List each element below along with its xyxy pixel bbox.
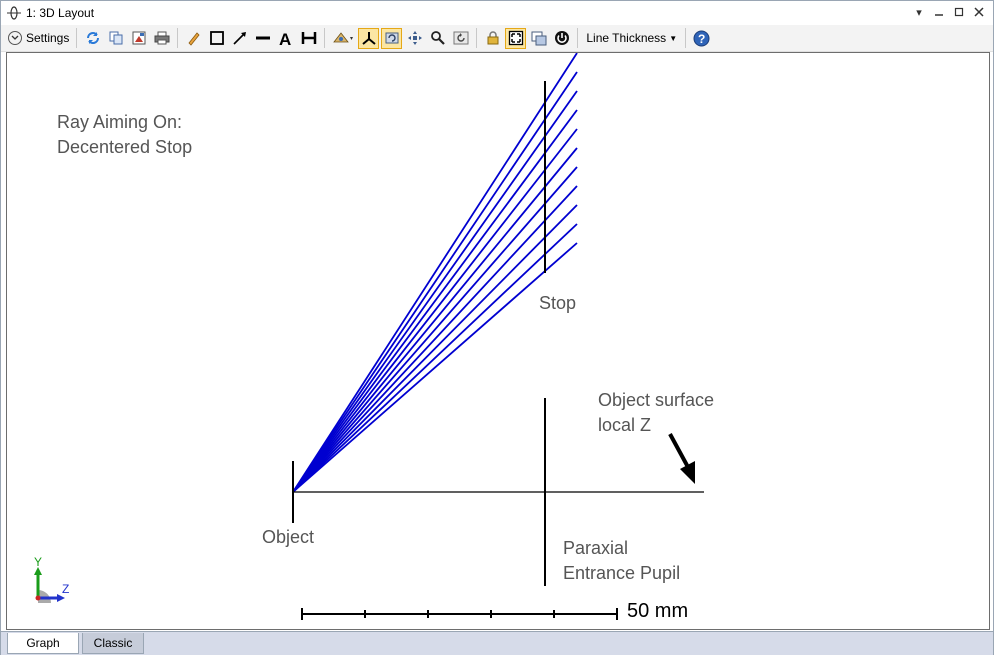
object-label: Object [262, 527, 315, 547]
text-icon[interactable]: A [275, 28, 296, 49]
dimension-icon[interactable] [298, 28, 319, 49]
line-icon[interactable] [252, 28, 273, 49]
scale-bar-label: 50 mm [627, 600, 689, 622]
layout-plot-area[interactable]: Ray Aiming On: Decentered Stop Stop Obje… [6, 52, 990, 630]
ray-line [292, 147, 578, 493]
reset-view-icon[interactable] [381, 27, 403, 49]
object-surface-label: Object surface [598, 390, 715, 410]
export-icon[interactable] [128, 28, 149, 49]
ray-line [292, 90, 578, 493]
title-bar[interactable]: 1: 3D Layout ▾ [1, 1, 993, 24]
settings-label: Settings [26, 31, 70, 45]
stop-label: Stop [539, 293, 577, 313]
help-icon[interactable]: ? [691, 28, 712, 49]
view-tab-bar: Graph Classic [1, 631, 993, 655]
minimize-icon[interactable] [931, 4, 947, 20]
toolbar: Settings A Line Thickness ▼ ? [1, 25, 993, 52]
svg-text:A: A [279, 30, 291, 46]
rectangle-icon[interactable] [206, 28, 227, 49]
chevron-down-icon [8, 31, 22, 45]
pan-icon[interactable] [404, 28, 425, 49]
ray-line [292, 185, 578, 493]
ray-line [292, 128, 578, 493]
object-surface-label-sub: local Z [598, 415, 652, 435]
toolbar-divider [177, 28, 179, 48]
fit-icon[interactable] [505, 27, 527, 49]
settings-button[interactable]: Settings [5, 27, 72, 49]
ray-line [292, 242, 578, 493]
line-thickness-dropdown[interactable]: Line Thickness ▼ [582, 27, 681, 49]
rotate-icon[interactable] [330, 28, 356, 49]
annotation-title: Ray Aiming On: [57, 112, 183, 132]
maximize-icon[interactable] [951, 4, 967, 20]
undo-view-icon[interactable] [450, 28, 471, 49]
y-axis-label: Y [34, 555, 43, 569]
axis-triad [34, 567, 65, 603]
annotation-subtitle: Decentered Stop [57, 137, 193, 157]
entrance-pupil-label: Paraxial [563, 538, 629, 558]
tab-classic[interactable]: Classic [82, 633, 144, 654]
ray-line [292, 166, 578, 493]
refresh-icon[interactable] [82, 28, 103, 49]
line-thickness-label: Line Thickness [586, 31, 667, 45]
ray-fan [292, 53, 578, 493]
print-icon[interactable] [151, 28, 172, 49]
tab-graph[interactable]: Graph [7, 633, 79, 654]
window-title: 1: 3D Layout [26, 5, 95, 20]
zoom-icon[interactable] [427, 28, 448, 49]
chevron-down-icon[interactable]: ▾ [911, 4, 927, 20]
ray-line [292, 109, 578, 493]
power-icon[interactable] [551, 28, 572, 49]
scale-bar [301, 608, 618, 620]
layout-window: 1: 3D Layout ▾ Settings A Line Thickness… [0, 0, 994, 655]
copy-icon[interactable] [105, 28, 126, 49]
arrow-icon[interactable] [229, 28, 250, 49]
ray-line [292, 204, 578, 493]
entrance-pupil-label-sub: Entrance Pupil [563, 563, 681, 583]
ray-line [292, 71, 578, 493]
toolbar-divider [577, 28, 579, 48]
z-axis-label: Z [62, 582, 70, 596]
pencil-icon[interactable] [183, 28, 204, 49]
close-icon[interactable] [971, 4, 987, 20]
toolbar-divider [76, 28, 78, 48]
svg-text:?: ? [698, 32, 705, 46]
window-icon[interactable] [528, 28, 549, 49]
local-z-arrow-shaft [668, 433, 691, 470]
lock-icon[interactable] [482, 28, 503, 49]
ray-line [292, 223, 578, 493]
axes-icon[interactable] [358, 27, 380, 49]
app-lens-icon [6, 5, 22, 21]
toolbar-divider [476, 28, 478, 48]
caret-down-icon: ▼ [669, 33, 678, 43]
toolbar-divider [685, 28, 687, 48]
ray-line [292, 53, 578, 493]
toolbar-divider [324, 28, 326, 48]
